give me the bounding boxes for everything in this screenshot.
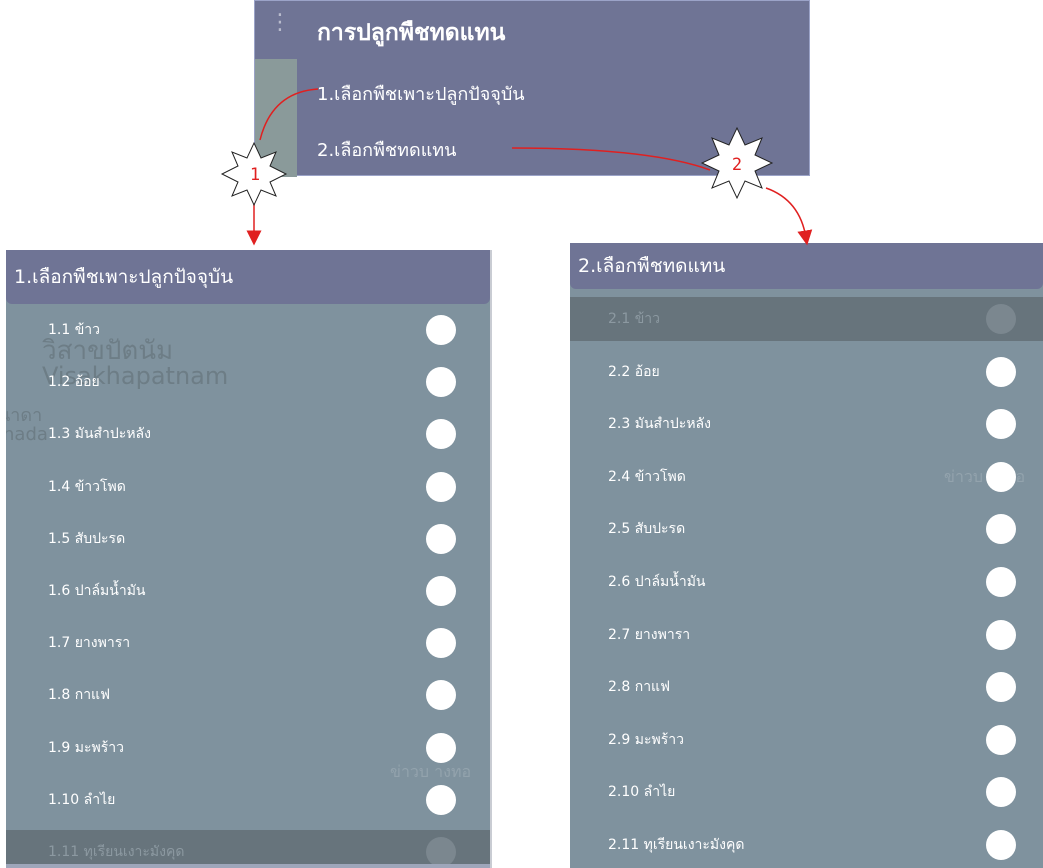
crop-option-row[interactable]: 1.3 มันสำปะหลัง [6, 412, 490, 456]
crop-option-label: 2.1 ข้าว [608, 311, 661, 327]
menu-item-current-crop[interactable]: 1.เลือกพืชเพาะปลูกปัจจุบัน [317, 79, 525, 108]
menu-item-replacement-crop[interactable]: 2.เลือกพืชทดแทน [317, 135, 456, 164]
crop-option-label: 2.5 สับปะรด [608, 521, 686, 538]
crop-option-label: 2.11 ทุเรียนเงาะมังคุด [608, 837, 745, 853]
crop-option-row[interactable]: 1.5 สับปะรด [6, 517, 490, 561]
crop-option-toggle[interactable] [986, 356, 1016, 387]
crop-option-row[interactable]: 1.8 กาแฟ [6, 673, 490, 717]
crop-option-row[interactable]: 2.6 ปาล์มน้ำมัน [570, 560, 1043, 604]
crop-option-row[interactable]: 2.2 อ้อย [570, 350, 1043, 394]
crop-option-label: 1.8 กาแฟ [48, 687, 110, 704]
crop-option-toggle [986, 304, 1016, 334]
crop-option-label: 1.10 ลำไย [48, 791, 116, 808]
crop-option-label: 1.9 มะพร้าว [48, 739, 124, 756]
crop-option-toggle[interactable] [426, 576, 456, 606]
crop-option-toggle[interactable] [426, 419, 456, 450]
crop-option-toggle[interactable] [986, 777, 1016, 808]
crop-option-label: 1.11 ทุเรียนเงาะมังคุด [48, 844, 185, 860]
crop-option-row[interactable]: 2.8 กาแฟ [570, 665, 1043, 709]
crop-option-toggle[interactable] [986, 724, 1016, 755]
top-menu: ⋮ การปลูกพืชทดแทน 1.เลือกพืชเพาะปลูกปัจจ… [254, 0, 810, 177]
crop-option-toggle[interactable] [426, 784, 456, 815]
crop-option-label: 1.3 มันสำปะหลัง [48, 426, 151, 443]
crop-option-toggle[interactable] [426, 732, 456, 763]
crop-option-toggle[interactable] [986, 672, 1016, 703]
panel-header: 2.เลือกพืชทดแทน [570, 243, 1043, 289]
badge-number-1: 1 [249, 165, 261, 185]
crop-option-toggle[interactable] [426, 315, 456, 345]
crop-option-row[interactable]: 2.3 มันสำปะหลัง [570, 402, 1043, 446]
panel-header: 1.เลือกพืชเพาะปลูกปัจจุบัน [6, 250, 490, 304]
crop-option-row: 1.11 ทุเรียนเงาะมังคุด [6, 830, 490, 868]
crop-option-row: 2.1 ข้าว [570, 297, 1043, 341]
crop-option-row[interactable]: 1.1 ข้าว [6, 308, 490, 352]
crop-option-toggle[interactable] [986, 619, 1016, 650]
crop-option-row[interactable]: 1.10 ลำไย [6, 778, 490, 822]
crop-option-row[interactable]: 1.7 ยางพารา [6, 621, 490, 665]
crop-option-row[interactable]: 2.10 ลำไย [570, 770, 1043, 814]
crop-option-label: 1.4 ข้าวโพด [48, 478, 126, 495]
replacement-crop-panel: ข่าวบ างทอ 2.เลือกพืชทดแทน 2.1 ข้าว 2.2 อ… [570, 243, 1043, 868]
crop-option-toggle[interactable] [426, 471, 456, 502]
crop-option-row[interactable]: 2.11 ทุเรียนเงาะมังคุด [570, 823, 1043, 867]
panel-bottom-bar [6, 864, 490, 868]
crop-option-label: 2.9 มะพร้าว [608, 731, 684, 748]
crop-option-toggle[interactable] [426, 523, 456, 554]
crop-option-label: 2.10 ลำไย [608, 784, 676, 801]
crop-option-toggle[interactable] [986, 409, 1016, 440]
crop-option-toggle[interactable] [426, 680, 456, 711]
crop-option-row[interactable]: 2.5 สับปะรด [570, 507, 1043, 551]
crop-option-toggle[interactable] [986, 567, 1016, 597]
map-background [255, 59, 297, 177]
menu-title: การปลูกพืชทดแทน [317, 20, 506, 46]
crop-option-label: 2.4 ข้าวโพด [608, 468, 686, 485]
crop-option-toggle[interactable] [986, 461, 1016, 492]
crop-option-toggle [426, 837, 456, 867]
more-options-icon[interactable]: ⋮ [269, 12, 291, 34]
crop-option-label: 1.6 ปาล์มน้ำมัน [48, 583, 146, 599]
current-crop-panel: วิสาขปัตนัม Visakhapatnam นาดา inada ข่า… [6, 250, 492, 868]
badge-number-2: 2 [731, 155, 743, 175]
crop-option-row[interactable]: 2.4 ข้าวโพด [570, 455, 1043, 499]
crop-option-toggle[interactable] [986, 830, 1016, 860]
crop-option-label: 1.5 สับปะรด [48, 530, 126, 547]
crop-option-row[interactable]: 2.9 มะพร้าว [570, 718, 1043, 762]
crop-option-toggle[interactable] [426, 628, 456, 659]
crop-option-label: 2.2 อ้อย [608, 363, 660, 380]
crop-option-toggle[interactable] [986, 514, 1016, 545]
crop-option-label: 1.7 ยางพารา [48, 635, 131, 652]
crop-option-row[interactable]: 2.7 ยางพารา [570, 613, 1043, 657]
crop-option-label: 2.7 ยางพารา [608, 626, 691, 643]
crop-option-label: 1.2 อ้อย [48, 374, 100, 391]
crop-option-label: 2.8 กาแฟ [608, 679, 670, 696]
crop-option-row[interactable]: 1.2 อ้อย [6, 360, 490, 404]
crop-option-row[interactable]: 1.6 ปาล์มน้ำมัน [6, 569, 490, 613]
crop-option-row[interactable]: 1.9 มะพร้าว [6, 726, 490, 770]
crop-option-row[interactable]: 1.4 ข้าวโพด [6, 465, 490, 509]
crop-option-label: 1.1 ข้าว [48, 322, 101, 338]
crop-option-toggle[interactable] [426, 367, 456, 398]
crop-option-label: 2.6 ปาล์มน้ำมัน [608, 574, 706, 590]
crop-option-label: 2.3 มันสำปะหลัง [608, 416, 711, 433]
